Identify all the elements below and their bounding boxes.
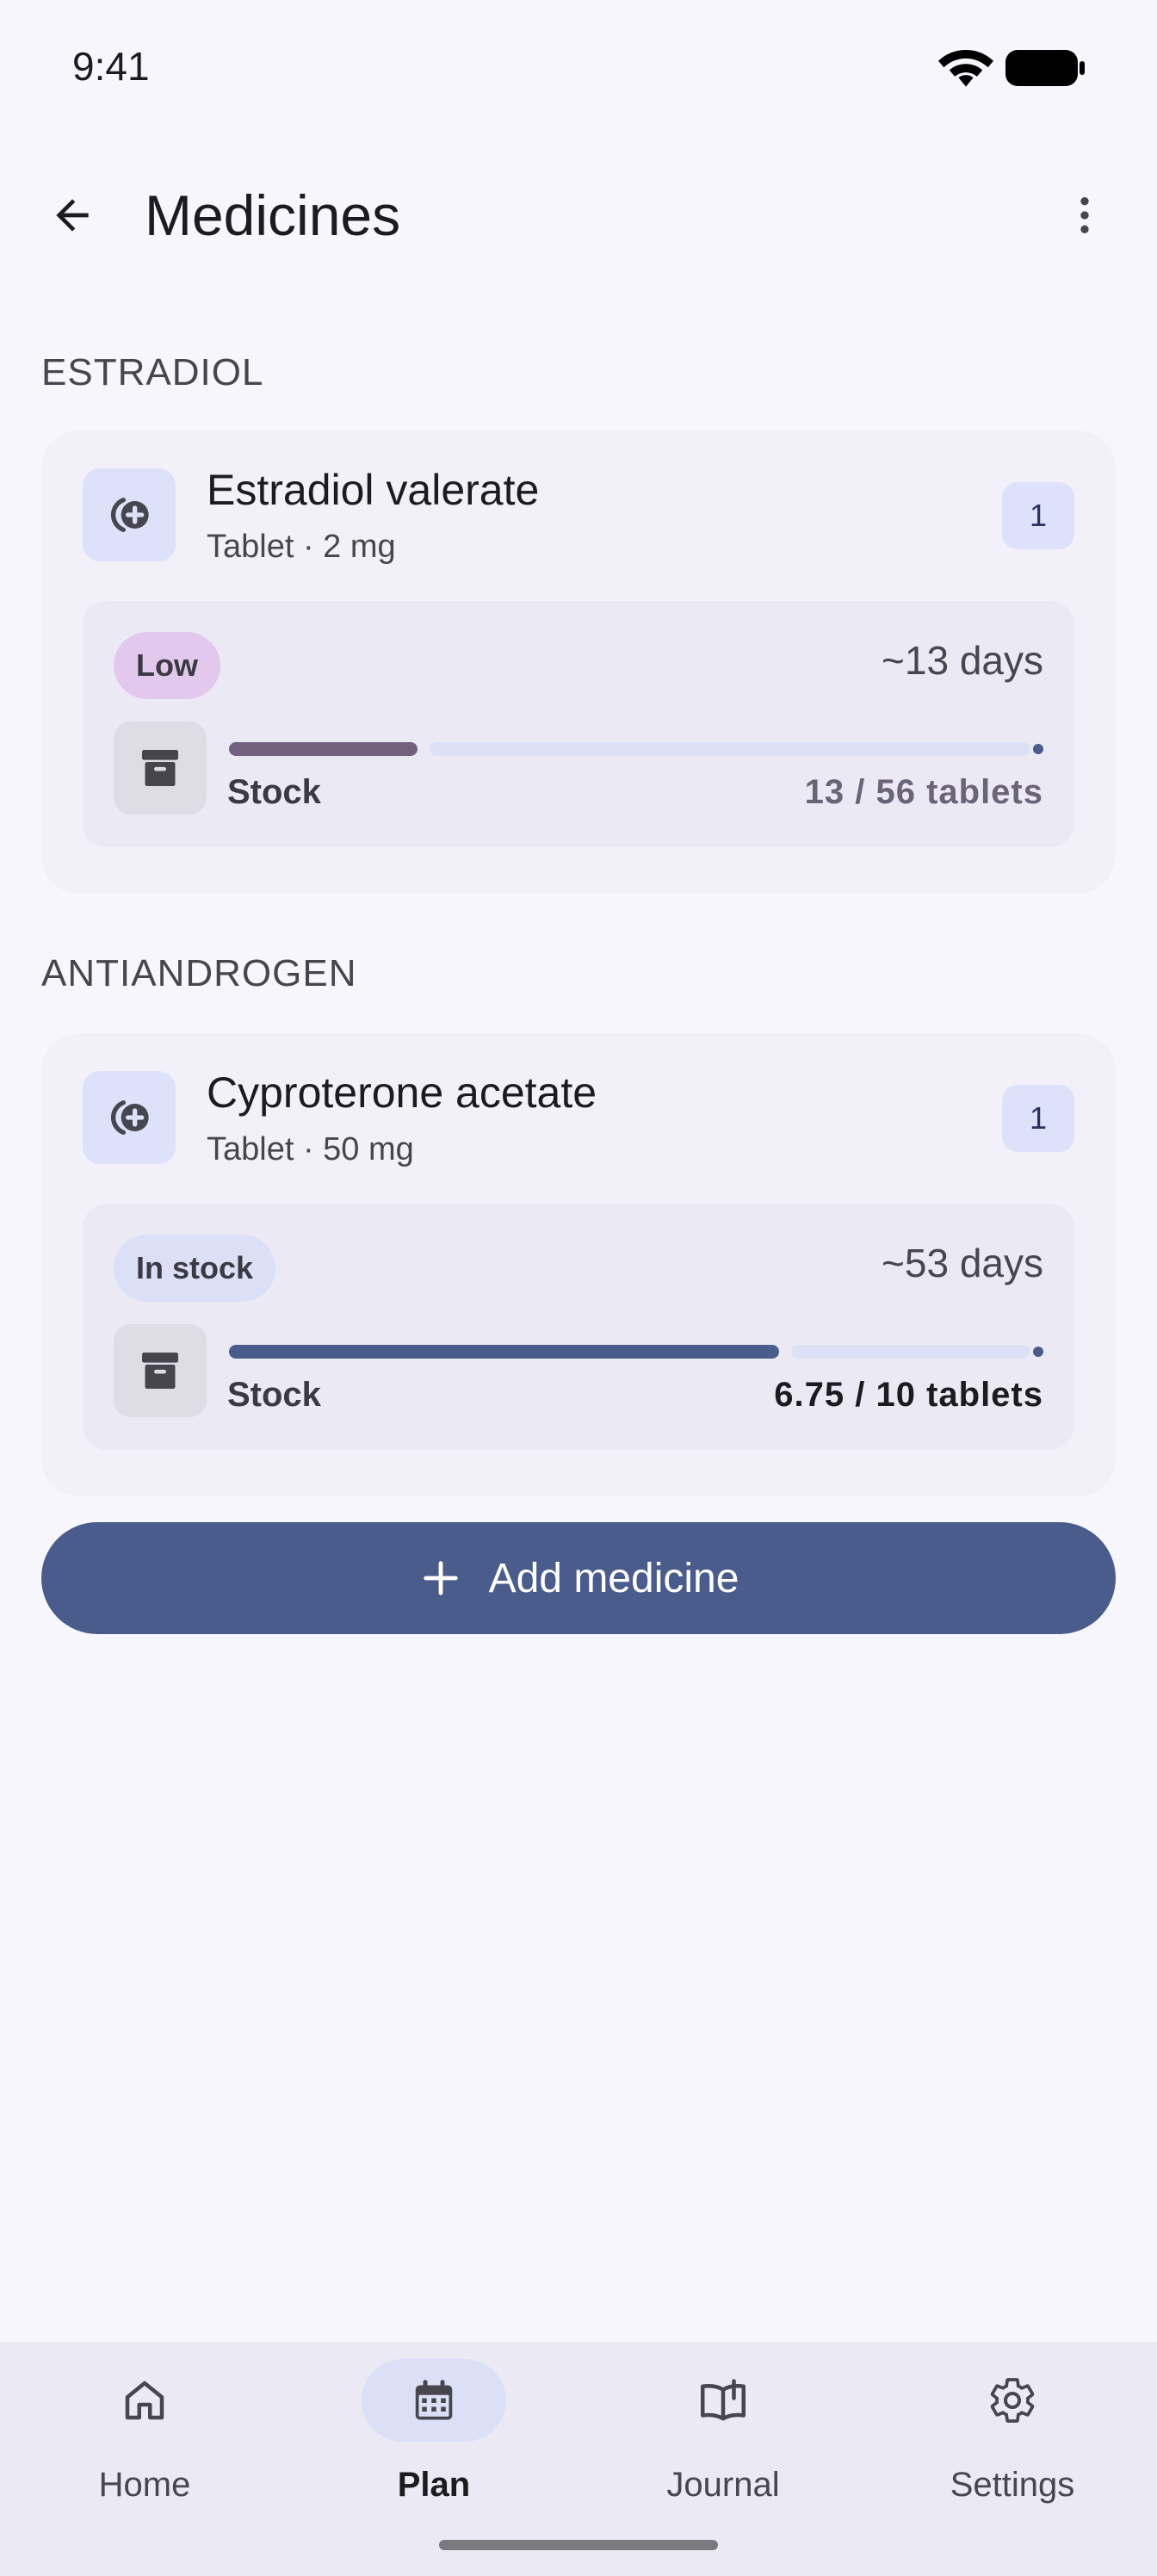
days-remaining: ~53 days	[882, 1241, 1043, 1285]
top-app-bar: Medicines	[0, 164, 1157, 276]
journal-icon	[701, 2379, 746, 2421]
section-header-antiandrogen: ANTIANDROGEN	[41, 952, 357, 994]
more-options-button[interactable]	[1050, 181, 1119, 250]
stock-label: Stock	[227, 1376, 321, 1414]
stock-label: Stock	[227, 773, 321, 811]
nav-item-journal[interactable]: Journal	[578, 2342, 868, 2523]
nav-label-settings: Settings	[950, 2466, 1075, 2504]
stock-progress-end-dot	[1033, 744, 1043, 754]
nav-item-home[interactable]: Home	[0, 2342, 289, 2523]
nav-label-plan: Plan	[397, 2466, 471, 2504]
nav-label-home: Home	[98, 2466, 191, 2504]
dose-count-badge: 1	[1002, 1085, 1074, 1152]
stock-progress-fill	[229, 1345, 779, 1359]
dose-count-badge: 1	[1002, 482, 1074, 549]
medicine-card-estradiol[interactable]: Estradiol valerate Tablet · 2 mg 1 Low ~…	[41, 430, 1116, 894]
page-title: Medicines	[145, 183, 401, 247]
pill-add-icon	[83, 1071, 176, 1164]
nav-pill-plan	[362, 2359, 506, 2442]
nav-pill-home	[72, 2359, 217, 2442]
stock-progress-remaining	[430, 742, 1030, 756]
back-button[interactable]	[38, 181, 107, 250]
gear-icon	[990, 2378, 1035, 2423]
nav-pill-settings	[940, 2359, 1085, 2442]
stock-progress-remaining	[791, 1345, 1030, 1359]
stock-amount: 13 / 56 tablets	[804, 773, 1043, 811]
status-bar: 9:41	[0, 0, 1157, 138]
home-indicator[interactable]	[439, 2540, 718, 2550]
medicine-name: Estradiol valerate	[207, 466, 540, 514]
stock-panel: Low ~13 days Stock 13 / 56 tablets	[83, 601, 1074, 847]
arrow-back-icon	[56, 199, 89, 232]
add-medicine-button[interactable]: Add medicine	[41, 1522, 1116, 1634]
pill-add-icon	[83, 468, 176, 561]
archive-box-icon	[114, 721, 207, 814]
medicines-screen: 9:41 Medicines ESTRADIOL Estradiol valer…	[0, 0, 1157, 2576]
add-medicine-label: Add medicine	[488, 1555, 739, 1601]
wifi-icon	[938, 50, 993, 87]
more-vert-icon	[1080, 197, 1089, 233]
plus-icon	[423, 1561, 458, 1595]
archive-box-icon	[114, 1324, 207, 1417]
stock-progress-fill	[229, 742, 418, 756]
nav-pill-journal	[651, 2359, 795, 2442]
medicine-form: Tablet · 2 mg	[207, 529, 396, 565]
stock-progress-end-dot	[1033, 1347, 1043, 1357]
stock-amount: 6.75 / 10 tablets	[774, 1376, 1043, 1414]
stock-panel: In stock ~53 days Stock 6.75 / 10 tablet…	[83, 1204, 1074, 1450]
section-header-estradiol: ESTRADIOL	[41, 351, 264, 393]
status-time: 9:41	[72, 44, 150, 89]
stock-progress-bar	[229, 1345, 1043, 1359]
battery-icon	[1005, 50, 1085, 86]
days-remaining: ~13 days	[882, 638, 1043, 683]
medicine-form: Tablet · 50 mg	[207, 1131, 414, 1167]
nav-item-settings[interactable]: Settings	[868, 2342, 1157, 2523]
medicine-card-cyproterone[interactable]: Cyproterone acetate Tablet · 50 mg 1 In …	[41, 1033, 1116, 1496]
calendar-icon	[415, 2380, 453, 2420]
stock-progress-bar	[229, 742, 1043, 756]
medicine-name: Cyproterone acetate	[207, 1068, 597, 1117]
status-chip-low: Low	[114, 632, 220, 699]
nav-item-plan[interactable]: Plan	[289, 2342, 578, 2523]
status-chip-in-stock: In stock	[114, 1235, 276, 1302]
nav-label-journal: Journal	[666, 2466, 780, 2504]
home-icon	[125, 2381, 164, 2420]
